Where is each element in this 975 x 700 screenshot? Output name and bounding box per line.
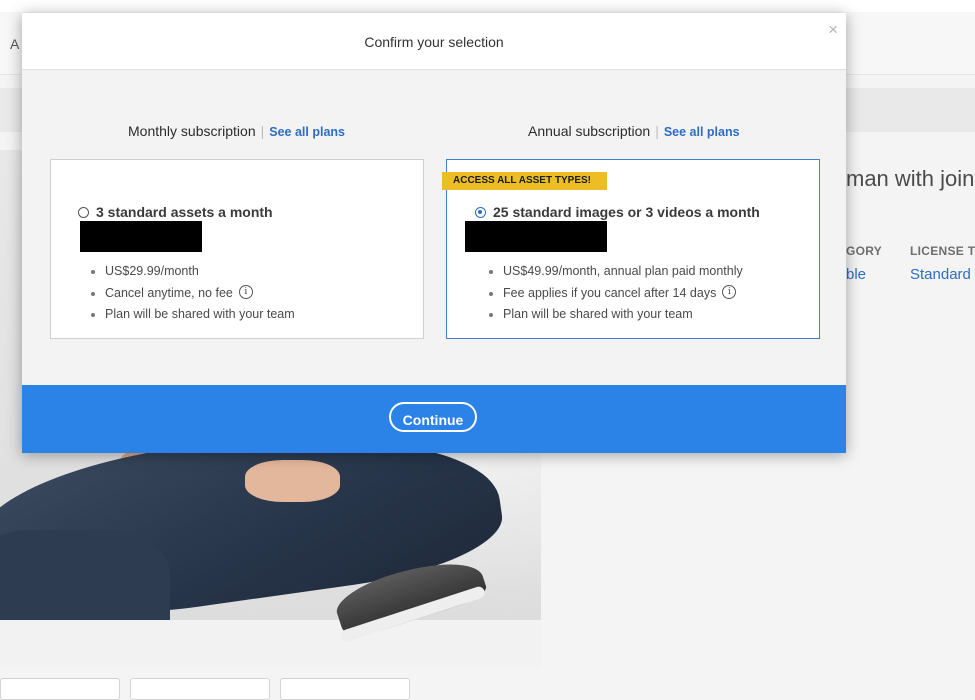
monthly-plan-option-label: 3 standard assets a month <box>96 204 273 220</box>
background-asset-title: man with joint <box>846 166 975 191</box>
list-item: Plan will be shared with your team <box>489 304 743 326</box>
monthly-plan-option[interactable]: 3 standard assets a month <box>78 204 273 220</box>
background-meta-category-value[interactable]: ble <box>846 266 868 283</box>
monthly-heading-label: Monthly subscription <box>128 123 256 139</box>
heading-separator: | <box>655 123 659 139</box>
monthly-plan-card[interactable]: 3 standard assets a month US$29.99/month… <box>50 159 424 339</box>
background-meta-category-head: GORY <box>846 244 883 258</box>
annual-feature-list: US$49.99/month, annual plan paid monthly… <box>489 261 743 326</box>
dialog-header: Confirm your selection × <box>22 13 846 70</box>
background-header-text: A <box>10 36 20 52</box>
confirm-selection-dialog: Confirm your selection × Monthly subscri… <box>22 13 846 453</box>
monthly-plan-heading: Monthly subscription | See all plans <box>128 123 345 139</box>
list-item: US$29.99/month <box>91 261 295 283</box>
annual-plan-heading: Annual subscription | See all plans <box>528 123 740 139</box>
monthly-feature-list: US$29.99/month Cancel anytime, no fee i P… <box>91 261 295 326</box>
background-bottom-button[interactable] <box>130 678 270 700</box>
info-icon[interactable]: i <box>238 285 253 300</box>
annual-plan-card[interactable]: ACCESS ALL ASSET TYPES! 25 standard imag… <box>442 159 820 339</box>
close-icon[interactable]: × <box>828 21 838 38</box>
dialog-footer: Continue <box>22 385 846 453</box>
heading-separator: | <box>260 123 265 139</box>
background-meta-license-value[interactable]: Standard <box>910 266 975 283</box>
access-all-asset-types-badge: ACCESS ALL ASSET TYPES! <box>442 172 607 190</box>
background-top-strip <box>0 0 975 12</box>
redacted-price-block <box>80 221 202 252</box>
monthly-see-all-plans-link[interactable]: See all plans <box>269 125 345 139</box>
list-item: Cancel anytime, no fee i <box>91 283 295 305</box>
list-item: Fee applies if you cancel after 14 days i <box>489 283 743 305</box>
background-bottom-button[interactable] <box>280 678 410 700</box>
list-item: US$49.99/month, annual plan paid monthly <box>489 261 743 283</box>
continue-button[interactable]: Continue <box>389 402 477 432</box>
dialog-title: Confirm your selection <box>364 34 504 50</box>
background-meta-license-head: LICENSE TY <box>910 244 975 258</box>
annual-plan-option-label: 25 standard images or 3 videos a month <box>493 204 760 220</box>
list-item: Plan will be shared with your team <box>91 304 295 326</box>
annual-plan-option[interactable]: 25 standard images or 3 videos a month <box>475 204 760 220</box>
monthly-plan-radio[interactable] <box>78 206 89 218</box>
annual-plan-radio[interactable] <box>475 206 486 218</box>
annual-heading-label: Annual subscription <box>528 123 651 139</box>
info-icon[interactable]: i <box>722 285 737 300</box>
background-bottom-button[interactable] <box>0 678 120 700</box>
annual-see-all-plans-link[interactable]: See all plans <box>664 125 740 139</box>
redacted-price-block <box>465 221 607 252</box>
